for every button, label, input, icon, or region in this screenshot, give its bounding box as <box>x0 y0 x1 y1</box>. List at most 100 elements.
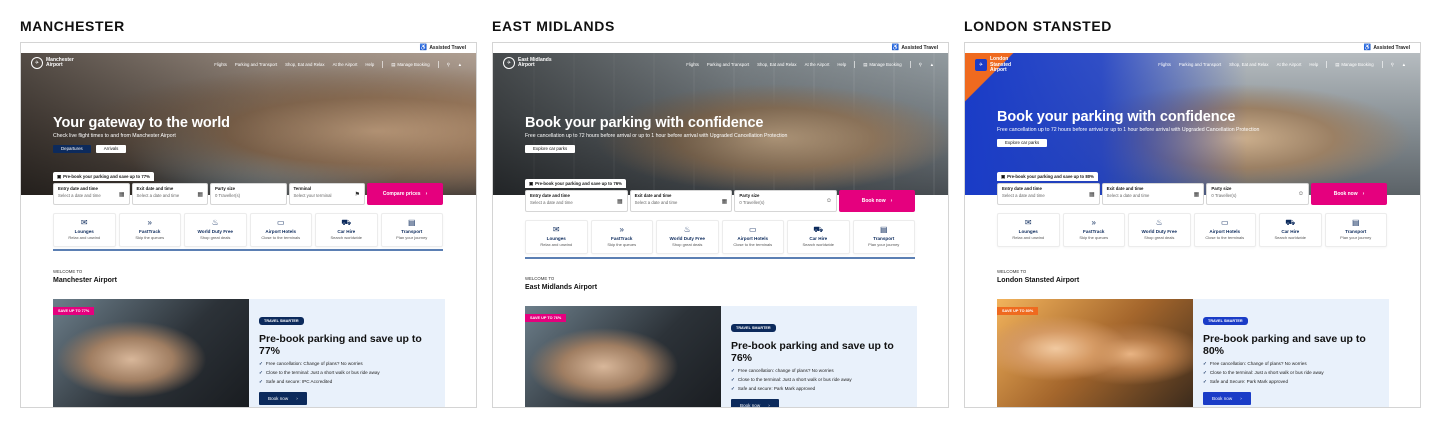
travel-smarter-tag: TRAVEL SMARTER <box>731 324 776 332</box>
parking-promo-tab[interactable]: ▣ Pre-book your parking and save up to 76… <box>525 179 626 188</box>
manage-booking-link[interactable]: ▤ Manage Booking <box>863 62 901 68</box>
service-hotels[interactable]: ▭ Airport Hotels Close to the terminals <box>1193 213 1256 247</box>
promo-title: Pre-book parking and save up to 80% <box>1203 333 1366 357</box>
service-lounges[interactable]: ✉ Lounges Relax and unwind <box>53 213 116 247</box>
service-duty-free[interactable]: ♨ World Duty Free Shop great deals <box>656 220 719 254</box>
calendar-icon: ▦ <box>617 199 623 205</box>
exit-date-field[interactable]: Exit date and time Select a date and time… <box>131 183 208 205</box>
nav-at-airport[interactable]: At the Airport <box>805 62 830 67</box>
notification-icon[interactable]: ▲ <box>930 62 934 67</box>
terminal-field[interactable]: Terminal Select your terminal ⚑ <box>288 183 365 205</box>
assisted-travel-link[interactable]: ♿ Assisted Travel <box>891 44 938 52</box>
promo-title: Pre-book parking and save up to 76% <box>731 340 894 364</box>
service-fasttrack[interactable]: » FastTrack Skip the queues <box>590 220 653 254</box>
london-stansted-logo[interactable]: ✈ London Stansted Airport <box>975 56 1011 74</box>
service-car-hire[interactable]: ⛟ Car Hire Search worldwide <box>1259 213 1322 247</box>
check-icon: ✓ <box>1203 370 1207 375</box>
hero-heading: Book your parking with confidence <box>997 109 1236 125</box>
party-size-field[interactable]: Party size 0 Traveller(s) ☺ <box>1206 183 1310 205</box>
nav-flights[interactable]: Flights <box>214 62 227 67</box>
entry-date-field[interactable]: Entry date and time Select a date and tim… <box>525 190 628 212</box>
welcome-label: WELCOME TO <box>997 269 1027 274</box>
service-transport[interactable]: ▤ Transport Plan your journey <box>380 213 443 247</box>
service-lounges[interactable]: ✉ Lounges Relax and unwind <box>525 220 588 254</box>
airport-name: Manchester Airport <box>53 277 117 284</box>
calendar-icon: ▦ <box>721 199 728 205</box>
service-fasttrack[interactable]: » FastTrack Skip the queues <box>1062 213 1125 247</box>
exit-date-field[interactable]: Exit date and time Select a date and time… <box>1101 183 1205 205</box>
parking-promo-tab[interactable]: ▣ Pre-book your parking and save up to 80… <box>997 172 1098 181</box>
book-now-button[interactable]: Book now › <box>1203 392 1251 405</box>
explore-car-parks-button[interactable]: Explore car parks <box>525 144 576 153</box>
transport-icon: ▤ <box>879 225 888 234</box>
nav-at-airport[interactable]: At the Airport <box>1277 62 1302 67</box>
main-nav: ✈ East Midlands Airport Flights Parking a… <box>493 53 948 75</box>
nav-help[interactable]: Help <box>365 62 374 67</box>
nav-shop[interactable]: Shop, Eat and Relax <box>757 62 796 67</box>
search-icon[interactable]: ⚲ <box>919 62 922 68</box>
search-icon[interactable]: ⚲ <box>447 62 450 68</box>
accessibility-icon: ♿ <box>891 45 900 51</box>
notification-icon[interactable]: ▲ <box>458 62 462 67</box>
book-now-search-button[interactable]: Book now › <box>839 190 916 212</box>
manage-booking-link[interactable]: ▤ Manage Booking <box>391 62 429 68</box>
search-icon[interactable]: ⚲ <box>1391 62 1394 68</box>
entry-date-field[interactable]: Entry date and time Select a date and tim… <box>997 183 1100 205</box>
fasttrack-icon: » <box>147 218 152 227</box>
service-duty-free[interactable]: ♨ World Duty Free Shop great deals <box>1128 213 1191 247</box>
compare-prices-button[interactable]: Compare prices › <box>367 183 443 205</box>
nav-parking[interactable]: Parking and Transport <box>707 62 749 67</box>
party-size-field[interactable]: Party size 0 Traveller(s) <box>210 183 287 205</box>
manage-booking-link[interactable]: ▤ Manage Booking <box>1335 62 1373 68</box>
list-item: ✓ Free cancellation: Change of plans? No … <box>259 361 363 366</box>
main-nav: ✈ Manchester Airport Flights Parking and … <box>21 53 476 75</box>
book-now-button[interactable]: Book now › <box>259 392 307 405</box>
lounge-icon: ✉ <box>80 218 88 227</box>
explore-car-parks-button[interactable]: Explore car parks <box>997 138 1048 147</box>
service-fasttrack[interactable]: » FastTrack Skip the queues <box>118 213 181 247</box>
main-nav: ✈ London Stansted Airport Flights Parking … <box>965 53 1420 75</box>
book-now-button[interactable]: Book now › <box>731 399 779 407</box>
arrivals-button[interactable]: Arrivals <box>95 144 127 153</box>
entry-date-field[interactable]: Entry date and time Select a date and tim… <box>53 183 130 205</box>
list-item: ✓ Close to the terminal: Just a short wal… <box>259 370 380 375</box>
notification-icon[interactable]: ▲ <box>1402 62 1406 67</box>
savings-badge: SAVE UP TO 76% <box>525 314 567 322</box>
service-car-hire[interactable]: ⛟ Car Hire Search worldwide <box>787 220 850 254</box>
calendar-icon: ▤ <box>863 61 868 67</box>
check-icon: ✓ <box>1203 361 1207 366</box>
service-hotels[interactable]: ▭ Airport Hotels Close to the terminals <box>721 220 784 254</box>
parking-search-bar: Entry date and time Select a date and tim… <box>53 183 443 205</box>
parking-promo-tab[interactable]: ▣ Pre-book your parking and save up to 77… <box>53 172 154 181</box>
east-midlands-logo[interactable]: ✈ East Midlands Airport <box>503 57 552 69</box>
party-size-field[interactable]: Party size 0 Traveller(s) ☺ <box>734 190 838 212</box>
check-icon: ✓ <box>731 377 735 382</box>
nav-shop[interactable]: Shop, Eat and Relax <box>285 62 324 67</box>
service-duty-free[interactable]: ♨ World Duty Free Shop great deals <box>184 213 247 247</box>
book-now-search-button[interactable]: Book now › <box>1311 183 1388 205</box>
service-lounges[interactable]: ✉ Lounges Relax and unwind <box>997 213 1060 247</box>
nav-shop[interactable]: Shop, Eat and Relax <box>1229 62 1268 67</box>
nav-flights[interactable]: Flights <box>686 62 699 67</box>
list-item: ✓ Safe and secure: Park Mark approved <box>731 386 816 391</box>
list-item: ✓ Free cancellation: Change of plans? No … <box>1203 361 1307 366</box>
hotel-icon: ▭ <box>748 225 757 234</box>
nav-help[interactable]: Help <box>1309 62 1318 67</box>
assisted-travel-link[interactable]: ♿ Assisted Travel <box>420 44 466 52</box>
manchester-logo[interactable]: ✈ Manchester Airport <box>31 57 74 69</box>
nav-parking[interactable]: Parking and Transport <box>235 62 277 67</box>
nav-parking[interactable]: Parking and Transport <box>1179 62 1221 67</box>
service-car-hire[interactable]: ⛟ Car Hire Search worldwide <box>315 213 378 247</box>
exit-date-field[interactable]: Exit date and time Select a date and time… <box>629 190 733 212</box>
nav-flights[interactable]: Flights <box>1158 62 1171 67</box>
departures-button[interactable]: Departures <box>53 144 91 153</box>
transport-icon: ▤ <box>407 218 416 227</box>
nav-at-airport[interactable]: At the Airport <box>333 62 358 67</box>
assisted-travel-link[interactable]: ♿ Assisted Travel <box>1364 44 1410 52</box>
nav-help[interactable]: Help <box>837 62 846 67</box>
promo-title: Pre-book parking and save up to 77% <box>259 333 422 357</box>
service-hotels[interactable]: ▭ Airport Hotels Close to the terminals <box>249 213 312 247</box>
service-transport[interactable]: ▤ Transport Plan your journey <box>1324 213 1387 247</box>
savings-badge: SAVE UP TO 80% <box>997 307 1039 315</box>
service-transport[interactable]: ▤ Transport Plan your journey <box>852 220 915 254</box>
